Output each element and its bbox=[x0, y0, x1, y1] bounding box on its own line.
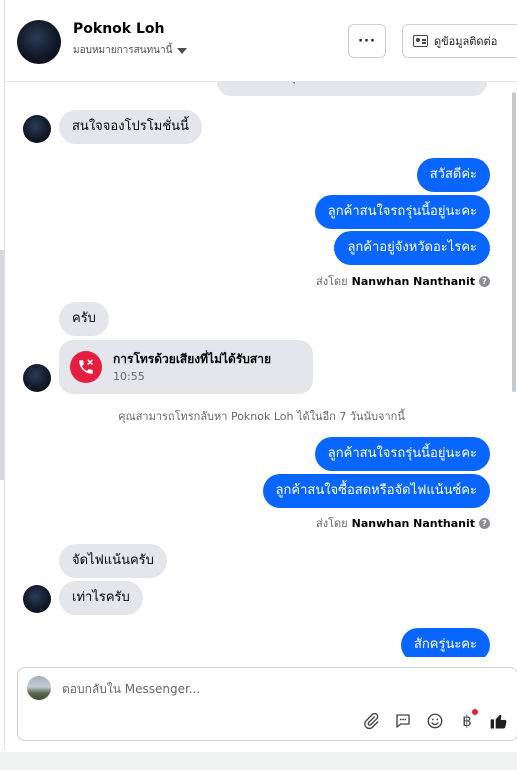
missed-call-card[interactable]: การโทรด้วยเสียงที่ไม่ได้รับสาย 10:55 bbox=[59, 340, 313, 394]
composer-tools: ฿ bbox=[361, 709, 509, 731]
message-incoming: ครับ bbox=[59, 302, 109, 336]
saved-reply-icon[interactable] bbox=[393, 711, 413, 731]
chevron-down-icon bbox=[177, 47, 188, 54]
view-contact-label: ดูข้อมูลติดต่อ bbox=[434, 35, 498, 48]
callback-note: คุณสามารถโทรกลับหา Poknok Loh ได้ในอีก 7… bbox=[118, 410, 405, 423]
message-outgoing: ลูกค้าสนใจซื้อสดหรือจัดไฟแน้นซ์คะ bbox=[262, 474, 490, 508]
assign-label: มอบหมายการสนทนานี้ bbox=[73, 45, 173, 56]
message-outgoing: สักครู่นะคะ bbox=[400, 628, 490, 657]
contact-avatar-small bbox=[23, 115, 51, 143]
contact-card-icon bbox=[413, 35, 428, 47]
bottom-strip bbox=[0, 752, 517, 770]
sent-by-note: ส่งโดย Nanwhan Nanthanit ? bbox=[316, 272, 490, 290]
reply-input[interactable] bbox=[62, 676, 502, 702]
contact-name[interactable]: Poknok Loh bbox=[73, 21, 164, 37]
sent-by-prefix: ส่งโดย bbox=[316, 517, 348, 530]
thread-scrollbar[interactable] bbox=[512, 92, 516, 392]
page-avatar bbox=[27, 676, 51, 700]
contact-avatar-small bbox=[23, 585, 51, 613]
message-incoming: จัดไฟแน้นครับ bbox=[59, 544, 167, 578]
reply-composer: ฿ bbox=[17, 667, 517, 741]
sent-by-prefix: ส่งโดย bbox=[316, 275, 348, 288]
assign-conversation[interactable]: มอบหมายการสนทนานี้ bbox=[73, 43, 188, 58]
messenger-panel: Poknok Loh มอบหมายการสนทนานี้ ··· ดูข้อม… bbox=[4, 0, 517, 750]
message-outgoing: สวัสดีค่ะ bbox=[416, 158, 490, 192]
contact-avatar-small bbox=[23, 364, 51, 392]
message-incoming: เท่าไรครับ bbox=[59, 581, 143, 615]
emoji-icon[interactable] bbox=[425, 711, 445, 731]
message-outgoing: ลูกค้าสนใจรถรุ่นนี้อยู่นะคะ bbox=[314, 195, 490, 229]
contact-avatar[interactable] bbox=[17, 20, 61, 64]
message-outgoing: ลูกค้าสนใจรถรุ่นนี้อยู่นะคะ bbox=[314, 437, 490, 471]
message-outgoing: ลูกค้าอยู่จังหวัดอะไรคะ bbox=[334, 231, 490, 265]
sent-by-name: Nanwhan Nanthanit bbox=[351, 274, 475, 288]
message-outgoing-cut: ขอบคุณที่สนใจโปรโมชั่นของเรา bbox=[217, 82, 487, 96]
notification-dot bbox=[472, 709, 478, 715]
view-contact-button[interactable]: ดูข้อมูลติดต่อ bbox=[402, 24, 517, 58]
help-icon[interactable]: ? bbox=[479, 517, 490, 529]
attach-icon[interactable] bbox=[361, 711, 381, 731]
conversation-header: Poknok Loh มอบหมายการสนทนานี้ ··· ดูข้อม… bbox=[5, 0, 517, 82]
message-incoming: สนใจจองโปรโมชั่นนี้ bbox=[59, 110, 202, 144]
baht-payment-icon[interactable]: ฿ bbox=[457, 709, 478, 731]
missed-call-time: 10:55 bbox=[113, 370, 145, 383]
message-thread[interactable]: ขอบคุณที่สนใจโปรโมชั่นของเรา สนใจจองโปรโ… bbox=[5, 82, 517, 657]
help-icon[interactable]: ? bbox=[479, 275, 490, 287]
sent-by-name: Nanwhan Nanthanit bbox=[351, 516, 475, 530]
like-icon[interactable] bbox=[489, 711, 509, 731]
sent-by-note: ส่งโดย Nanwhan Nanthanit ? bbox=[316, 514, 490, 532]
more-options-button[interactable]: ··· bbox=[348, 24, 386, 58]
missed-call-icon bbox=[70, 351, 102, 383]
missed-call-title: การโทรด้วยเสียงที่ไม่ได้รับสาย bbox=[113, 352, 271, 366]
